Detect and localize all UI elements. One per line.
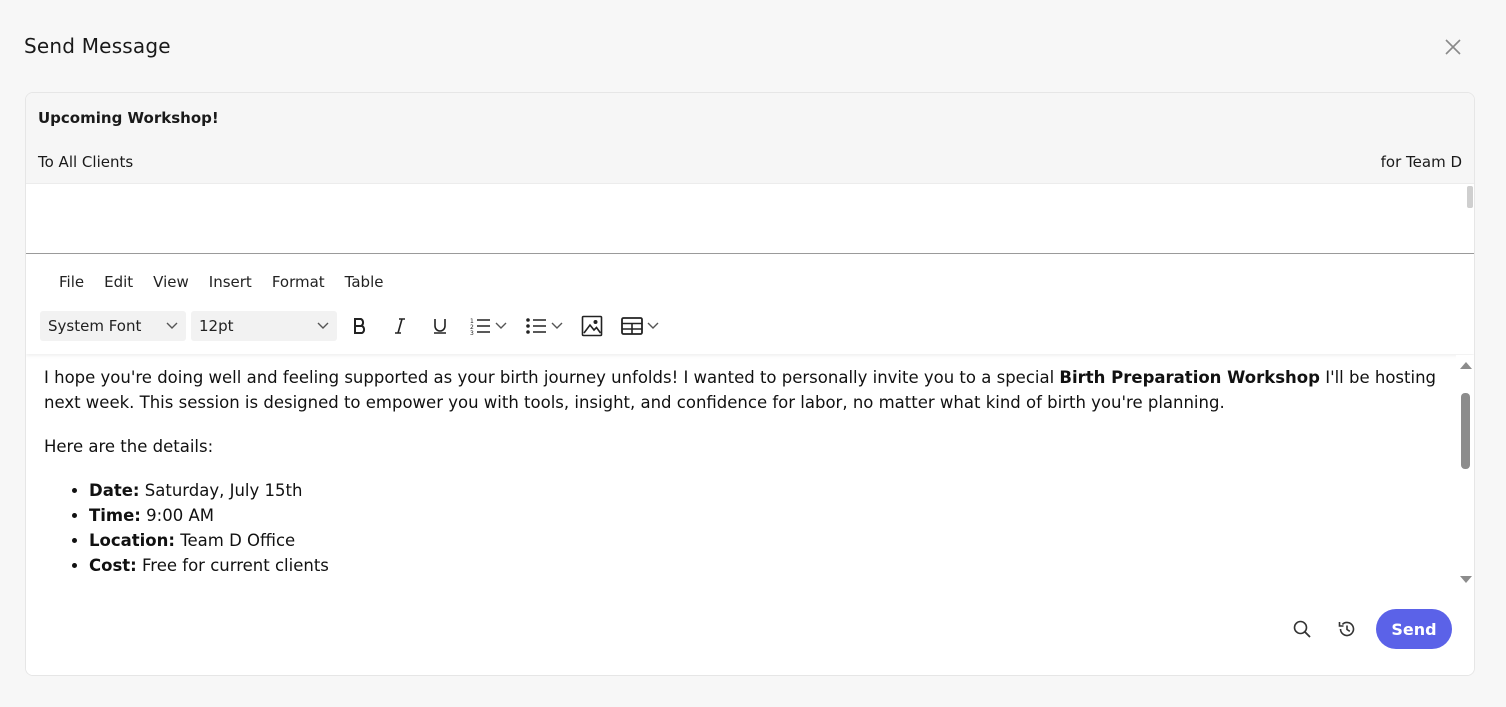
chevron-down-icon bbox=[647, 322, 659, 329]
message-blank-area[interactable] bbox=[26, 184, 1474, 254]
numbered-list-button[interactable]: 1 2 3 bbox=[463, 311, 513, 341]
underline-button[interactable] bbox=[423, 311, 457, 341]
italic-button[interactable] bbox=[383, 311, 417, 341]
menu-format[interactable]: Format bbox=[262, 273, 335, 291]
body-paragraph-intro: I hope you're doing well and feeling sup… bbox=[44, 365, 1438, 415]
bold-icon bbox=[354, 318, 366, 334]
body-text: I hope you're doing well and feeling sup… bbox=[44, 368, 1060, 387]
send-button[interactable]: Send bbox=[1376, 609, 1452, 649]
chevron-down-icon bbox=[166, 322, 178, 329]
history-button[interactable] bbox=[1337, 619, 1357, 644]
message-recipient: To All Clients bbox=[38, 153, 134, 171]
details-list: Date: Saturday, July 15th Time: 9:00 AM … bbox=[89, 478, 1438, 578]
detail-label: Date: bbox=[89, 481, 140, 500]
menu-insert[interactable]: Insert bbox=[199, 273, 262, 291]
detail-value: Saturday, July 15th bbox=[139, 481, 303, 500]
chevron-down-icon bbox=[495, 322, 507, 329]
underline-icon bbox=[434, 319, 446, 334]
search-icon bbox=[1293, 620, 1311, 638]
list-item: Date: Saturday, July 15th bbox=[89, 478, 1438, 503]
bold-button[interactable] bbox=[343, 311, 377, 341]
insert-image-button[interactable] bbox=[575, 311, 609, 341]
detail-value: Team D Office bbox=[175, 531, 296, 550]
detail-label: Time: bbox=[89, 506, 141, 525]
search-button[interactable] bbox=[1292, 619, 1312, 644]
svg-text:3: 3 bbox=[470, 330, 474, 336]
list-item: Location: Team D Office bbox=[89, 528, 1438, 553]
page-title: Send Message bbox=[24, 34, 171, 58]
font-family-select[interactable]: System Font bbox=[40, 311, 186, 341]
table-icon bbox=[621, 317, 643, 335]
close-icon bbox=[1445, 39, 1461, 55]
editor-toolbar: File Edit View Insert Format Table Syste… bbox=[26, 255, 1474, 354]
numbered-list-icon: 1 2 3 bbox=[470, 318, 490, 336]
bullet-list-button[interactable] bbox=[519, 311, 569, 341]
font-family-value: System Font bbox=[48, 317, 142, 335]
editor-content[interactable]: I hope you're doing well and feeling sup… bbox=[26, 355, 1456, 589]
list-item: Time: 9:00 AM bbox=[89, 503, 1438, 528]
menu-edit[interactable]: Edit bbox=[94, 273, 143, 291]
menu-table[interactable]: Table bbox=[335, 273, 394, 291]
editor-scrollbar[interactable] bbox=[1456, 355, 1474, 589]
scroll-down-icon[interactable] bbox=[1459, 575, 1473, 585]
detail-value: Free for current clients bbox=[136, 556, 329, 575]
message-header: Upcoming Workshop! To All Clients for Te… bbox=[26, 93, 1474, 184]
history-icon bbox=[1338, 621, 1355, 637]
body-paragraph-details-heading: Here are the details: bbox=[44, 437, 214, 456]
message-team: for Team D bbox=[1380, 153, 1462, 171]
chevron-down-icon bbox=[317, 322, 329, 329]
menu-file[interactable]: File bbox=[49, 273, 94, 291]
scroll-thumb[interactable] bbox=[1461, 393, 1470, 469]
menu-view[interactable]: View bbox=[143, 273, 199, 291]
chevron-down-icon bbox=[551, 322, 563, 329]
detail-value: 9:00 AM bbox=[140, 506, 214, 525]
message-card: Upcoming Workshop! To All Clients for Te… bbox=[25, 92, 1475, 676]
insert-table-button[interactable] bbox=[615, 311, 665, 341]
message-footer: Send bbox=[26, 589, 1474, 675]
italic-icon bbox=[395, 318, 405, 334]
scroll-up-icon[interactable] bbox=[1459, 360, 1473, 370]
list-item: Cost: Free for current clients bbox=[89, 553, 1438, 578]
font-size-value: 12pt bbox=[199, 317, 234, 335]
image-icon bbox=[581, 315, 603, 337]
message-subject: Upcoming Workshop! bbox=[38, 109, 219, 127]
bullet-list-icon bbox=[526, 318, 546, 334]
detail-label: Cost: bbox=[89, 556, 137, 575]
editor-menubar: File Edit View Insert Format Table bbox=[49, 273, 393, 291]
font-size-select[interactable]: 12pt bbox=[191, 311, 337, 341]
editor-tools: System Font 12pt 1 2 3 bbox=[40, 311, 665, 341]
close-button[interactable] bbox=[1442, 36, 1464, 58]
blank-area-scrollbar[interactable] bbox=[1467, 186, 1473, 208]
detail-label: Location: bbox=[89, 531, 175, 550]
workshop-name: Birth Preparation Workshop bbox=[1059, 368, 1320, 387]
